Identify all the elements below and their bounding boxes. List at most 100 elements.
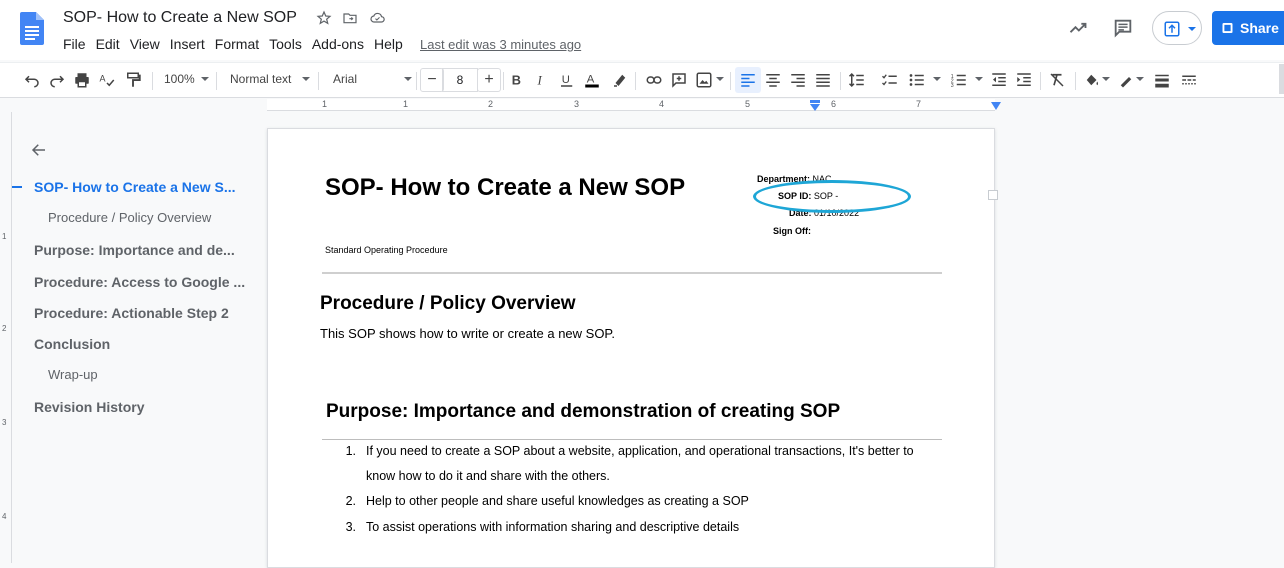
clear-formatting-icon[interactable]: [1048, 71, 1066, 89]
text-color-icon[interactable]: A: [583, 71, 601, 89]
menu-view[interactable]: View: [125, 36, 165, 54]
ruler-number: 2: [488, 99, 494, 109]
cell-fill-color-icon[interactable]: [1083, 71, 1101, 89]
increase-indent-icon[interactable]: [1015, 71, 1033, 89]
outline-item-overview[interactable]: Procedure / Policy Overview: [48, 210, 211, 225]
print-icon[interactable]: [73, 71, 91, 89]
spellcheck-icon[interactable]: A: [98, 71, 116, 89]
list-item-text-continued: know how to do it and share with the oth…: [366, 469, 610, 483]
star-icon[interactable]: [316, 10, 334, 28]
bold-icon[interactable]: B: [508, 71, 526, 89]
border-color-icon[interactable]: [1117, 71, 1135, 89]
toolbar-separator: [730, 72, 731, 90]
doc-subtitle: Standard Operating Procedure: [325, 245, 448, 255]
last-edit-link[interactable]: Last edit was 3 minutes ago: [420, 37, 581, 52]
font-caret-icon[interactable]: [404, 77, 412, 81]
horizontal-ruler: 1 1 2 3 4 5 6 7: [0, 98, 1284, 112]
page-side-marker[interactable]: [988, 190, 998, 200]
list-item-text: If you need to create a SOP about a webs…: [366, 444, 914, 458]
right-indent-icon[interactable]: [991, 102, 1001, 111]
add-comment-icon[interactable]: [670, 71, 688, 89]
insert-link-icon[interactable]: [645, 71, 663, 89]
move-folder-icon[interactable]: [342, 10, 360, 28]
list-number: 2.: [345, 494, 356, 508]
share-button[interactable]: Share: [1212, 11, 1284, 45]
border-width-icon[interactable]: [1153, 71, 1171, 89]
ruler-number: 1: [403, 99, 409, 109]
doc-title-heading: SOP- How to Create a New SOP: [325, 174, 686, 201]
cloud-saved-icon[interactable]: [369, 10, 387, 28]
align-left-icon[interactable]: [739, 71, 757, 89]
section-heading-purpose: Purpose: Importance and demonstration of…: [326, 401, 841, 422]
vruler-number: 2: [2, 324, 7, 333]
present-button[interactable]: [1152, 11, 1202, 45]
list-item-text: To assist operations with information sh…: [366, 520, 740, 534]
section-heading-overview: Procedure / Policy Overview: [320, 293, 576, 314]
zoom-caret-icon[interactable]: [201, 77, 209, 81]
bulleted-list-icon[interactable]: [908, 71, 926, 89]
font-select[interactable]: Arial: [333, 72, 357, 86]
docs-logo-icon[interactable]: [20, 12, 44, 45]
outline-item-conclusion[interactable]: Conclusion: [34, 336, 110, 352]
outline-item-purpose[interactable]: Purpose: Importance and de...: [34, 242, 235, 258]
toolbar-collapse-handle[interactable]: [1279, 64, 1284, 94]
close-outline-arrow-icon[interactable]: [30, 141, 48, 159]
toolbar-separator: [416, 72, 417, 90]
outline-item-revision-history[interactable]: Revision History: [34, 399, 144, 415]
list-number: 1.: [345, 444, 356, 458]
ruler-number: 6: [831, 99, 837, 109]
menu-tools[interactable]: Tools: [264, 36, 307, 54]
document-title[interactable]: SOP- How to Create a New SOP: [63, 9, 297, 27]
menu-insert[interactable]: Insert: [165, 36, 210, 54]
style-caret-icon[interactable]: [302, 77, 310, 81]
menu-addons[interactable]: Add-ons: [307, 36, 369, 54]
decrease-font-size-button[interactable]: −: [420, 68, 444, 92]
increase-font-size-button[interactable]: +: [477, 68, 501, 92]
bullet-caret-icon[interactable]: [933, 77, 941, 81]
paint-format-icon[interactable]: [124, 71, 142, 89]
checklist-icon[interactable]: [881, 71, 899, 89]
border-color-caret-icon[interactable]: [1136, 77, 1144, 81]
ruler-number: 3: [574, 99, 580, 109]
justify-icon[interactable]: [814, 71, 832, 89]
numbering-caret-icon[interactable]: [975, 77, 983, 81]
share-label: Share: [1240, 20, 1279, 36]
highlight-icon[interactable]: [611, 71, 629, 89]
outline-item-step-2[interactable]: Procedure: Actionable Step 2: [34, 305, 229, 321]
decrease-indent-icon[interactable]: [990, 71, 1008, 89]
share-lock-icon: [1222, 23, 1233, 33]
undo-icon[interactable]: [23, 71, 41, 89]
svg-text:A: A: [587, 73, 595, 85]
italic-icon[interactable]: I: [533, 71, 551, 89]
line-spacing-icon[interactable]: [848, 71, 866, 89]
present-caret-icon[interactable]: [1188, 27, 1196, 31]
signoff-row: Sign Off:: [773, 226, 811, 236]
image-caret-icon[interactable]: [716, 77, 724, 81]
zoom-select[interactable]: 100%: [164, 72, 195, 86]
menu-file[interactable]: File: [58, 36, 91, 54]
indent-marker-icon[interactable]: [809, 100, 821, 112]
activity-trend-icon[interactable]: [1068, 18, 1088, 38]
formatting-toolbar: A 100% Normal text Arial − 8 + B I U A 1…: [0, 62, 1284, 98]
align-right-icon[interactable]: [789, 71, 807, 89]
outline-item-title[interactable]: SOP- How to Create a New S...: [34, 179, 236, 195]
border-dash-icon[interactable]: [1180, 71, 1198, 89]
ruler-number: 5: [745, 99, 751, 109]
outline-item-access-google[interactable]: Procedure: Access to Google ...: [34, 274, 245, 290]
ruler-track: 1 1 2 3 4 5 6 7: [267, 99, 1001, 112]
menu-edit[interactable]: Edit: [91, 36, 125, 54]
menu-bar: File Edit View Insert Format Tools Add-o…: [58, 36, 408, 54]
fill-caret-icon[interactable]: [1102, 77, 1110, 81]
paragraph-style-select[interactable]: Normal text: [230, 72, 291, 86]
overview-paragraph: This SOP shows how to write or create a …: [320, 326, 616, 341]
font-size-input[interactable]: 8: [442, 68, 478, 92]
align-center-icon[interactable]: [764, 71, 782, 89]
redo-icon[interactable]: [48, 71, 66, 89]
outline-item-wrap-up[interactable]: Wrap-up: [48, 367, 98, 382]
numbered-list-icon[interactable]: 123: [950, 71, 968, 89]
menu-help[interactable]: Help: [369, 36, 408, 54]
comment-history-icon[interactable]: [1112, 17, 1134, 39]
insert-image-icon[interactable]: [695, 71, 713, 89]
menu-format[interactable]: Format: [210, 36, 264, 54]
underline-icon[interactable]: U: [558, 71, 576, 89]
